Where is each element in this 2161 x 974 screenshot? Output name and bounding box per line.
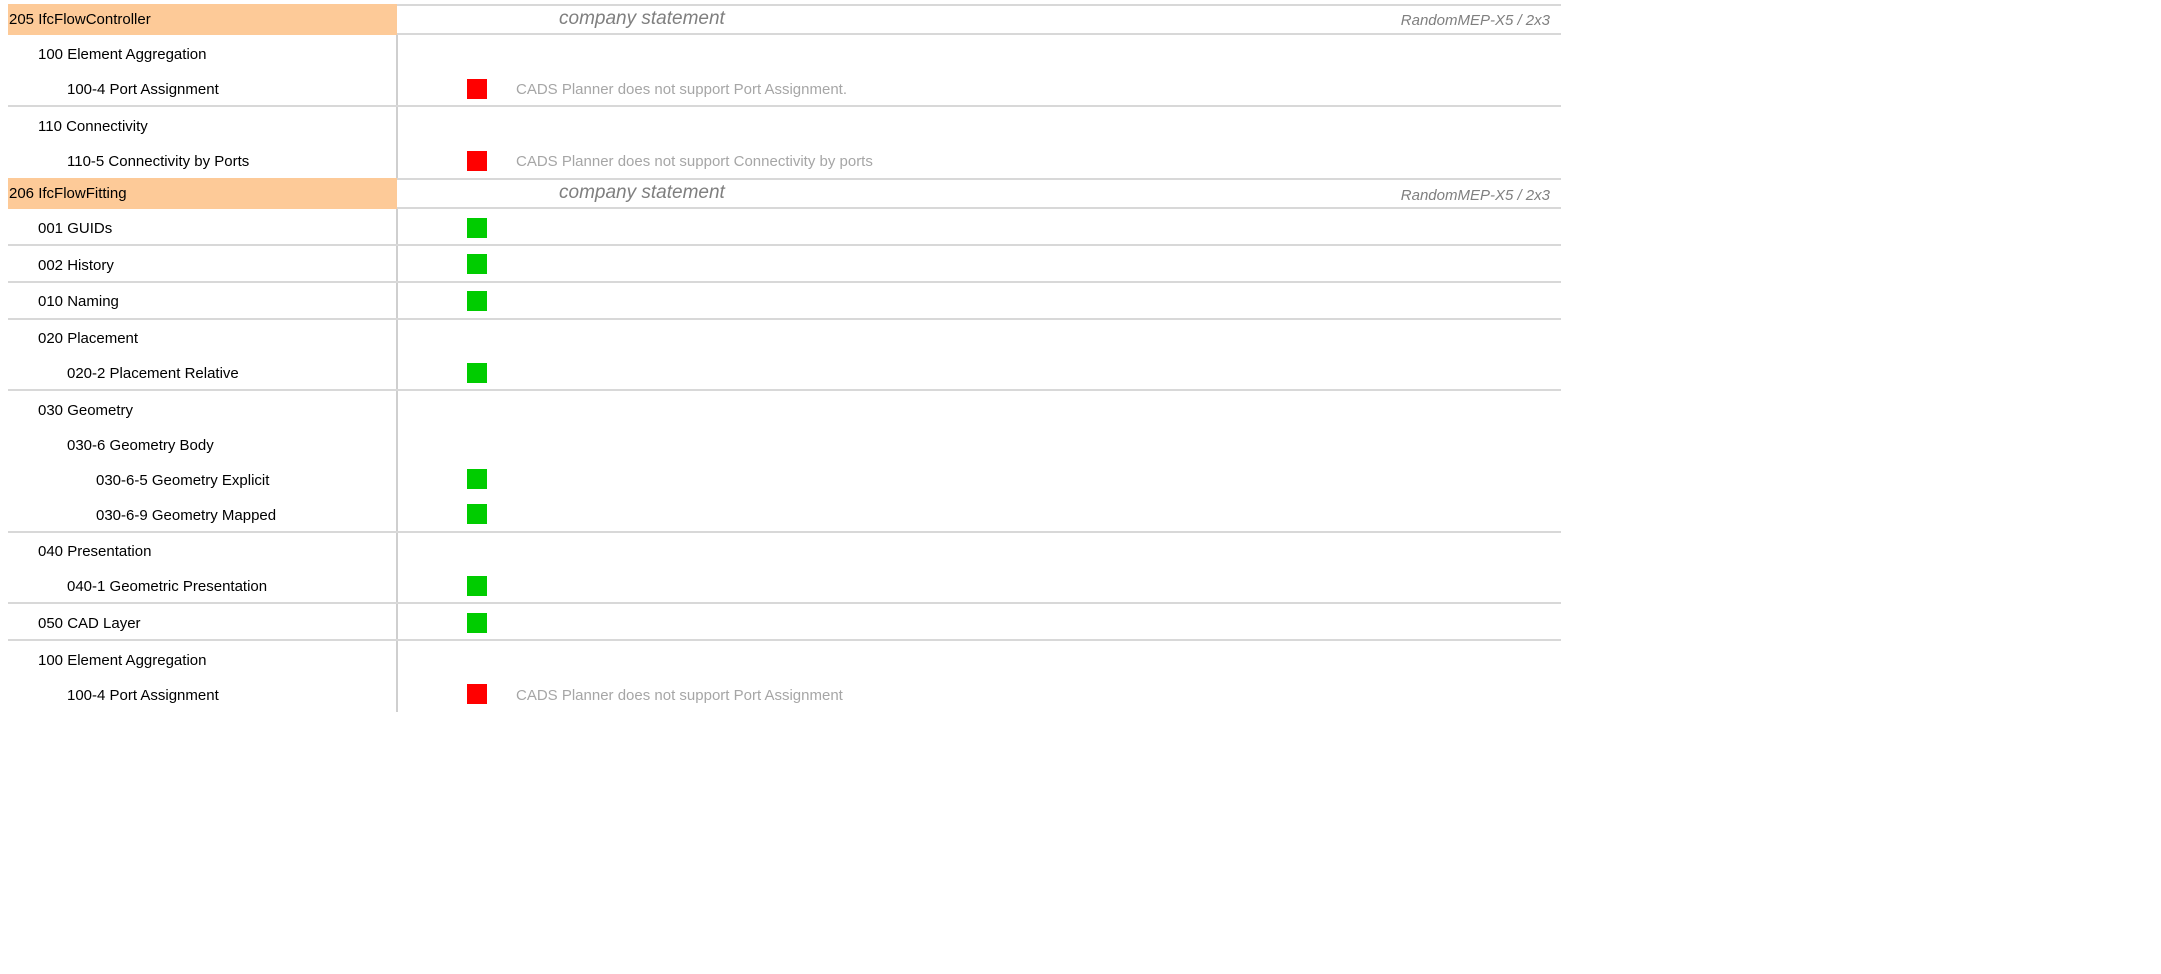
section-title: 205 IfcFlowController [8, 4, 397, 35]
item-label: 110-5 Connectivity by Ports [67, 153, 250, 170]
section-title: 206 IfcFlowFitting [8, 178, 397, 209]
item-label: 040 Presentation [38, 543, 152, 560]
status-ok-indicator [467, 218, 487, 238]
item-label: 100-4 Port Assignment [67, 687, 219, 704]
item-label: 010 Naming [38, 293, 119, 310]
section-header-205: 205 IfcFlowController company statement … [8, 4, 1561, 35]
product-name: RandomMEP-X5 / 2x3 [1400, 187, 1550, 204]
status-fail-indicator [467, 151, 487, 171]
header-rule [397, 207, 1561, 209]
status-ok-indicator [467, 291, 487, 311]
status-ok-indicator [467, 254, 487, 274]
status-ok-indicator [467, 469, 487, 489]
item-label: 020 Placement [38, 330, 139, 347]
header-rule [397, 33, 1561, 35]
status-fail-indicator [467, 79, 487, 99]
row-divider [8, 281, 1561, 283]
section-header-206: 206 IfcFlowFitting company statement Ran… [8, 178, 1561, 209]
status-ok-indicator [467, 363, 487, 383]
product-name: RandomMEP-X5 / 2x3 [1400, 12, 1550, 29]
row-divider [8, 602, 1561, 604]
item-label: 002 History [38, 257, 114, 274]
item-note: CADS Planner does not support Connectivi… [516, 153, 873, 170]
item-label: 040-1 Geometric Presentation [67, 578, 268, 595]
item-label: 100-4 Port Assignment [67, 81, 219, 98]
item-label: 100 Element Aggregation [38, 652, 207, 669]
item-label: 110 Connectivity [38, 118, 148, 135]
item-label: 100 Element Aggregation [38, 46, 207, 63]
row-divider [8, 244, 1561, 246]
header-rule [397, 178, 1561, 180]
header-rule [397, 4, 1561, 6]
row-divider [8, 105, 1561, 107]
row-divider [8, 389, 1561, 391]
item-label: 001 GUIDs [38, 220, 113, 237]
row-divider [8, 318, 1561, 320]
company-statement: company statement [559, 8, 725, 29]
company-statement: company statement [559, 182, 725, 203]
row-divider [8, 639, 1561, 641]
item-label: 030-6-5 Geometry Explicit [96, 472, 270, 489]
item-label: 050 CAD Layer [38, 615, 141, 632]
status-fail-indicator [467, 684, 487, 704]
item-note: CADS Planner does not support Port Assig… [516, 687, 843, 704]
status-ok-indicator [467, 576, 487, 596]
status-ok-indicator [467, 504, 487, 524]
status-ok-indicator [467, 613, 487, 633]
item-note: CADS Planner does not support Port Assig… [516, 81, 848, 98]
row-divider [8, 531, 1561, 533]
item-label: 020-2 Placement Relative [67, 365, 239, 382]
item-label: 030 Geometry [38, 402, 134, 419]
column-divider [396, 209, 398, 712]
item-label: 030-6-9 Geometry Mapped [96, 507, 277, 524]
item-label: 030-6 Geometry Body [67, 437, 214, 454]
report-page: 205 IfcFlowController company statement … [0, 0, 1568, 712]
